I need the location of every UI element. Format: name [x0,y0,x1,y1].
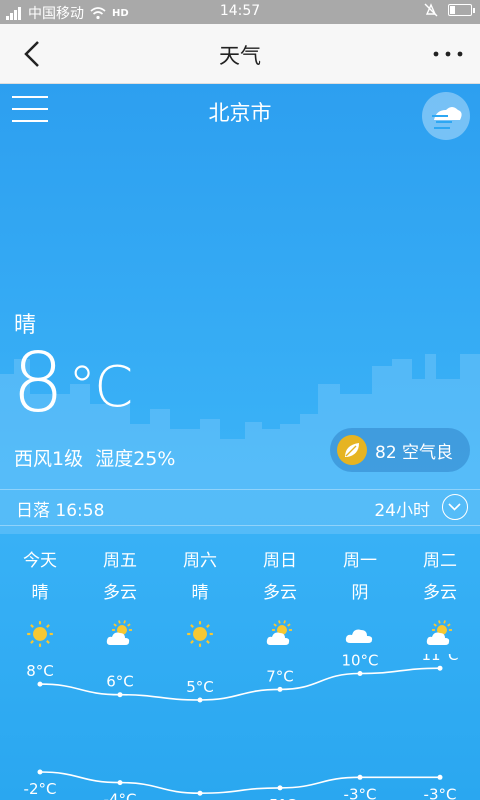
high-temp-label: 8°C [26,662,54,680]
current-temperature: 8 °C [12,336,133,431]
forecast-day: 周六晴 [160,546,240,654]
battery-icon [448,4,475,16]
air-quality-badge[interactable]: 82 空气良 [330,428,470,472]
temperature-chart: 8°C-2°C6°C-4°C5°C-6°C7°C-5°C10°C-3°C11°C… [24,654,459,800]
sun-icon [0,614,80,654]
temperature-value: 8 [12,336,64,431]
high-temp-label: 6°C [106,673,134,691]
high-temp-label: 10°C [341,654,378,670]
mute-icon [424,3,438,17]
forecast-day: 周五 多云 [80,546,160,654]
low-temp-point [197,790,203,796]
high-temp-point [197,697,203,703]
forecast-condition: 阴 [351,583,369,603]
wind-humidity: 西风1级 湿度25% [14,444,175,471]
forecast-condition: 晴 [31,583,49,603]
low-temp-point [277,785,283,791]
high-temp-label: 11°C [421,654,458,664]
humidity-label: 湿度25% [95,448,176,470]
forecast-day: 周二 多云 [400,546,480,654]
title-bar: 天气 [0,24,480,84]
divider [0,489,480,490]
high-temp-point [117,692,123,698]
city-name[interactable]: 北京市 [0,97,480,127]
low-temp-label: -4°C [104,791,137,800]
leaf-icon [337,435,367,465]
low-temp-label: -2°C [24,780,57,798]
high-temp-point [437,665,443,671]
forecast-day-label: 周二 [423,551,457,571]
high-temp-point [277,686,283,692]
low-temp-point [357,774,363,780]
page-title: 天气 [219,44,261,68]
low-temp-label: -3°C [424,785,457,800]
wind-label: 西风1级 [14,448,84,470]
more-dots-icon[interactable] [430,44,466,64]
temperature-unit: °C [68,355,133,420]
chevron-down-icon[interactable] [442,494,468,520]
forecast-day-label: 今天 [23,551,57,571]
hourly-toggle-label[interactable]: 24小时 [374,496,430,521]
aqi-label: 82 空气良 [375,442,454,463]
sunset-time: 日落 16:58 [16,501,105,521]
weather-logo-icon[interactable] [422,92,470,140]
low-temp-point [117,780,123,786]
divider [0,525,480,526]
high-temp-label: 7°C [266,667,294,685]
high-temp-point [357,671,363,676]
low-temp-label: -5°C [264,796,297,800]
status-time: 14:57 [219,3,261,19]
partly-cloudy-icon [240,614,320,654]
forecast-day-label: 周六 [183,551,217,571]
partly-cloudy-icon [400,614,480,654]
high-temp-line [39,667,441,701]
low-temp-point [37,769,43,775]
forecast-condition: 多云 [103,583,137,603]
forecast-condition: 多云 [263,583,297,603]
high-temp-label: 5°C [186,678,214,696]
low-temp-label: -3°C [344,785,377,800]
forecast-day: 周日 多云 [240,546,320,654]
sun-icon [160,614,240,654]
forecast-day-label: 周一 [343,551,377,571]
partly-cloudy-icon [80,614,160,654]
low-temp-point [437,774,443,780]
forecast-condition: 多云 [423,583,457,603]
forecast-day-label: 周五 [103,551,137,571]
weather-panel: 北京市 晴 8 °C 西风1级 湿度25% 82 空气良 日落 16:58 24小… [0,84,480,800]
low-temp-line [39,771,440,795]
forecast-day: 今天晴 [0,546,80,654]
forecast-condition: 晴 [191,583,209,603]
forecast-day-label: 周日 [263,551,297,571]
status-bar: 中国移动 HD 14:57 [0,0,480,24]
forecast-day: 周一阴 [320,546,400,654]
cloud-icon [320,614,400,654]
current-condition: 晴 [14,313,37,338]
high-temp-point [37,681,43,687]
forecast-row: 今天晴周五 多云 周六晴周日 多云 周一阴周二 多云 [0,546,480,654]
